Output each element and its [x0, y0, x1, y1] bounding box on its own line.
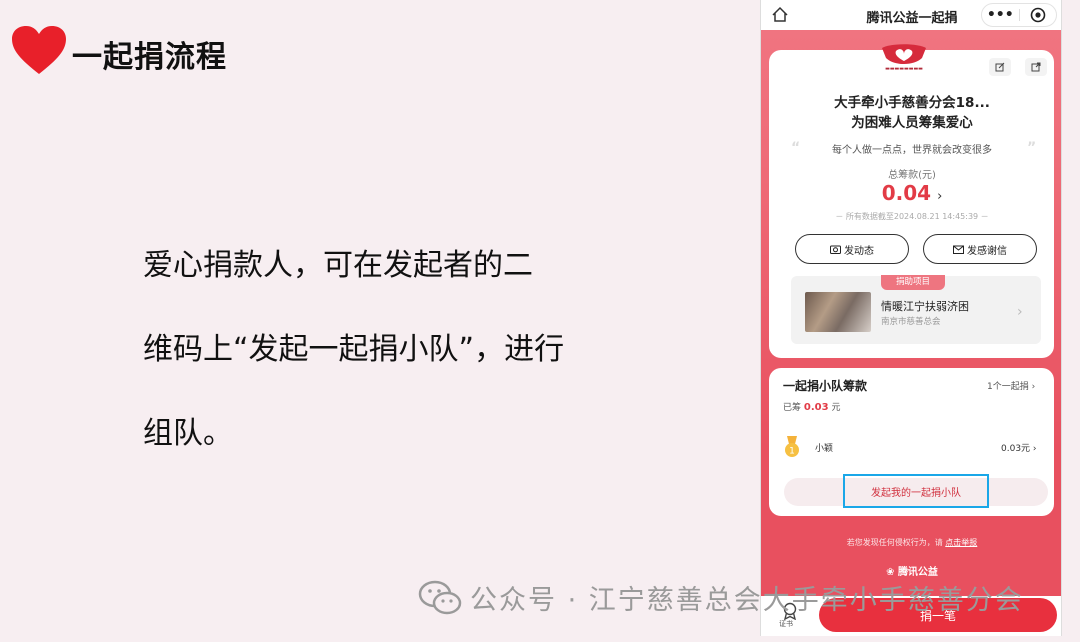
team-count-label: 1个一起捐: [987, 382, 1029, 392]
member-name: 小颖: [815, 444, 834, 454]
share-icon[interactable]: [1025, 58, 1047, 76]
wechat-icon: [418, 580, 462, 614]
more-menu-icon[interactable]: •••: [982, 4, 1019, 26]
data-timestamp: － 所有数据截至2024.08.21 14:45:39 －: [835, 212, 989, 221]
report-link[interactable]: 点击举报: [945, 538, 977, 547]
slide-body-line: 维码上“发起一起捐小队”，进行: [143, 332, 565, 367]
post-update-button[interactable]: 发动态: [795, 234, 909, 264]
project-title: 大手牵小手慈善分会18... 为困难人员筹集爱心: [761, 93, 1061, 133]
raised-unit: 元: [831, 403, 841, 413]
close-quote-icon: ”: [1027, 140, 1037, 156]
member-amount-label: 0.03元: [1001, 444, 1031, 454]
project-title-line: 为困难人员筹集爱心: [851, 115, 973, 131]
team-section-title: 一起捐小队筹款: [783, 379, 868, 393]
aided-project-photo: [805, 292, 871, 332]
chevron-right-icon: ›: [937, 189, 943, 204]
member-amount[interactable]: 0.03元 ›: [1001, 441, 1037, 454]
tencent-charity-brand: ❀ 腾讯公益: [761, 563, 1061, 578]
team-count-link[interactable]: 1个一起捐 ›: [987, 379, 1035, 392]
charity-logo-caption: ▬▬▬▬▬▬▬▬: [885, 66, 923, 72]
slide-title: 一起捐流程: [72, 40, 227, 75]
project-title-line: 大手牵小手慈善分会18...: [834, 95, 990, 111]
close-target-icon[interactable]: [1019, 4, 1056, 26]
camera-icon: [830, 245, 841, 254]
post-update-label: 发动态: [844, 245, 874, 257]
certificate-label: 证书: [779, 620, 793, 628]
letter-icon: [953, 245, 964, 254]
raised-amount: 0.03: [803, 402, 829, 413]
brand-logo-icon: ❀: [886, 567, 895, 578]
report-text: 若您发现任何侵权行为，请: [846, 538, 943, 547]
aided-project-name: 情暖江宁扶弱济困: [881, 300, 969, 313]
raised-prefix: 已筹: [783, 403, 802, 413]
aided-project-tag: 捐助项目: [881, 275, 945, 290]
total-raised-label: 总筹款(元): [888, 170, 936, 181]
wechat-watermark: 公众号 · 江宁慈善总会大手牵小手慈善分会: [418, 578, 1024, 617]
medal-icon: 1: [785, 436, 799, 457]
charity-logo-icon: [882, 44, 926, 64]
phone-screenshot: 腾讯公益一起捐 ••• ▬▬▬▬▬▬▬▬ 大手牵小手慈善分会18... 为困难人…: [760, 0, 1062, 636]
watermark-text: 公众号 · 江宁慈善总会大手牵小手慈善分会: [470, 585, 1024, 616]
send-thanks-label: 发感谢信: [967, 245, 1007, 257]
mini-program-navbar: 腾讯公益一起捐 •••: [761, 0, 1061, 30]
slide-body: 爱心捐款人，可在发起者的二 维码上“发起一起捐小队”，进行 组队。: [143, 224, 643, 476]
slide-body-line: 爱心捐款人，可在发起者的二: [143, 248, 533, 283]
total-raised-value[interactable]: 0.04 ›: [761, 181, 1061, 205]
brand-label: 腾讯公益: [897, 567, 938, 578]
heart-icon: [12, 26, 66, 74]
chevron-right-icon: ›: [1017, 304, 1023, 320]
slide-body-line: 组队。: [143, 416, 233, 451]
team-raised: 已筹 0.03 元: [783, 400, 840, 413]
send-thanks-button[interactable]: 发感谢信: [923, 234, 1037, 264]
report-notice: 若您发现任何侵权行为，请 点击举报: [761, 537, 1061, 548]
capsule-menu: •••: [981, 3, 1057, 27]
edit-icon[interactable]: [989, 58, 1011, 76]
project-quote: 每个人做一点点，世界就会改变很多: [832, 145, 992, 156]
svg-text:1: 1: [789, 447, 795, 457]
total-raised-amount: 0.04: [881, 181, 932, 205]
aided-project-org: 南京市慈善总会: [881, 317, 941, 327]
start-team-button[interactable]: 发起我的一起捐小队: [843, 474, 989, 508]
